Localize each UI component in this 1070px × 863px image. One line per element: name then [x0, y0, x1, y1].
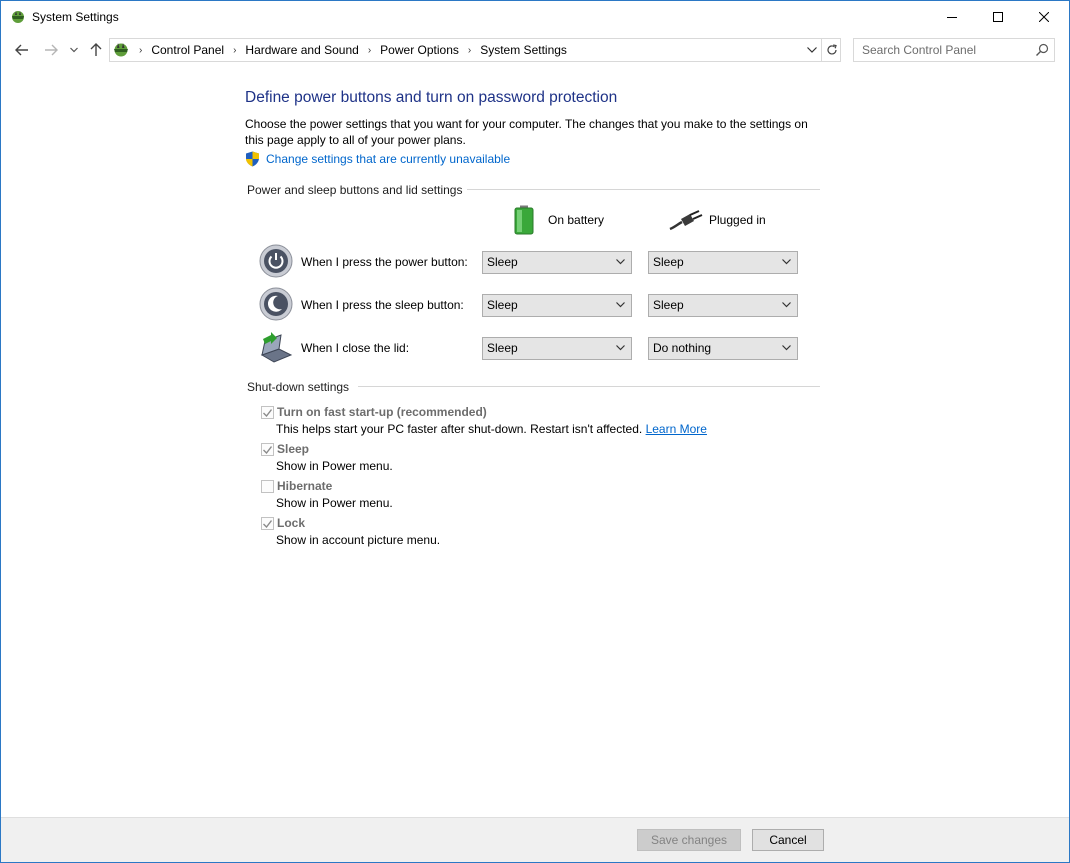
hibernate-label: Hibernate [277, 479, 333, 493]
plugged-in-header: Plugged in [669, 209, 766, 231]
address-dropdown-button[interactable] [804, 42, 820, 58]
search-box [853, 38, 1055, 62]
power-section-title: Power and sleep buttons and lid settings [247, 183, 463, 197]
cancel-button[interactable]: Cancel [752, 829, 824, 851]
breadcrumb-separator-icon: › [467, 44, 472, 56]
title-bar: System Settings [1, 1, 1069, 33]
close-button[interactable] [1021, 1, 1067, 33]
close-lid-battery-value: Sleep [487, 341, 518, 355]
navigation-bar: › Control Panel › Hardware and Sound › P… [1, 37, 1069, 63]
sleep-button-plugged-select[interactable]: Sleep [648, 294, 798, 317]
learn-more-link[interactable]: Learn More [646, 422, 707, 436]
chevron-down-icon [616, 302, 625, 308]
check-icon [263, 408, 272, 417]
refresh-button[interactable] [821, 39, 841, 61]
chevron-down-icon [782, 302, 791, 308]
on-battery-header: On battery [513, 205, 604, 235]
up-button[interactable] [87, 41, 105, 59]
system-settings-window: System Settings › Control Panel › Hardwa… [0, 0, 1070, 863]
search-icon[interactable] [1035, 43, 1049, 57]
fast-startup-description-text: This helps start your PC faster after sh… [276, 422, 643, 436]
sleep-button-plugged-value: Sleep [653, 298, 684, 312]
change-settings-label: Change settings that are currently unava… [266, 152, 511, 166]
section-divider [358, 386, 820, 387]
on-battery-label: On battery [548, 213, 605, 227]
breadcrumb: › Control Panel › Hardware and Sound › P… [112, 39, 567, 61]
main-content: Define power buttons and turn on passwor… [1, 67, 1069, 817]
breadcrumb-power-options[interactable]: Power Options [380, 43, 459, 57]
power-button-plugged-select[interactable]: Sleep [648, 251, 798, 274]
power-options-icon [12, 11, 24, 23]
breadcrumb-separator-icon: › [233, 44, 237, 56]
uac-shield-icon [246, 151, 259, 167]
arrow-right-icon [45, 44, 58, 56]
power-plug-icon [669, 210, 703, 231]
sleep-button-battery-value: Sleep [487, 298, 518, 312]
breadcrumb-hardware-and-sound[interactable]: Hardware and Sound [245, 43, 358, 57]
chevron-down-icon [616, 345, 625, 351]
shutdown-section-title: Shut-down settings [247, 380, 350, 394]
chevron-down-icon [616, 259, 625, 265]
battery-icon [514, 205, 534, 235]
maximize-button[interactable] [975, 1, 1021, 33]
page-description: Choose the power settings that you want … [245, 117, 808, 147]
footer-bar: Save changes Cancel [1, 817, 1069, 862]
power-button-label: When I press the power button: [301, 255, 468, 269]
recent-locations-button[interactable] [67, 41, 81, 59]
chevron-down-icon [782, 259, 791, 265]
hibernate-description: Show in Power menu. [276, 496, 393, 510]
maximize-icon [993, 12, 1003, 22]
page-title: Define power buttons and turn on passwor… [245, 89, 618, 106]
close-icon [1039, 12, 1049, 22]
breadcrumb-control-panel[interactable]: Control Panel [151, 43, 224, 57]
close-lid-battery-select[interactable]: Sleep [482, 337, 632, 360]
change-settings-link[interactable]: Change settings that are currently unava… [245, 151, 510, 167]
section-divider [467, 189, 820, 190]
window-title: System Settings [32, 10, 119, 24]
lock-checkbox[interactable] [261, 517, 274, 530]
sleep-label: Sleep [277, 442, 310, 456]
chevron-down-icon [807, 47, 817, 53]
fast-startup-checkbox[interactable] [261, 406, 274, 419]
chevron-down-icon [70, 47, 78, 53]
save-changes-button[interactable]: Save changes [637, 829, 741, 851]
minimize-icon [947, 17, 957, 18]
fast-startup-label: Turn on fast start-up (recommended) [277, 405, 487, 419]
back-button[interactable] [13, 41, 31, 59]
sleep-button-label: When I press the sleep button: [301, 298, 464, 312]
check-icon [263, 519, 272, 528]
minimize-button[interactable] [929, 1, 975, 33]
power-button-battery-select[interactable]: Sleep [482, 251, 632, 274]
breadcrumb-separator-icon: › [367, 44, 372, 56]
power-button-battery-value: Sleep [487, 255, 518, 269]
close-lid-label: When I close the lid: [301, 341, 410, 355]
sleep-button-icon [259, 287, 293, 321]
close-lid-plugged-value: Do nothing [653, 341, 712, 355]
power-button-icon [259, 244, 293, 278]
power-button-plugged-value: Sleep [653, 255, 684, 269]
breadcrumb-system-settings[interactable]: System Settings [480, 43, 567, 57]
lock-label: Lock [277, 516, 306, 530]
plugged-in-label: Plugged in [709, 213, 766, 227]
control-panel-icon [114, 43, 128, 57]
check-icon [263, 445, 272, 454]
lock-description: Show in account picture menu. [276, 533, 441, 547]
sleep-description: Show in Power menu. [276, 459, 393, 473]
sleep-checkbox[interactable] [261, 443, 274, 456]
arrow-up-icon [90, 43, 102, 56]
hibernate-checkbox[interactable] [261, 480, 274, 493]
arrow-left-icon [15, 44, 28, 56]
forward-button[interactable] [42, 41, 60, 59]
laptop-lid-icon [260, 332, 293, 363]
sleep-button-battery-select[interactable]: Sleep [482, 294, 632, 317]
search-input[interactable] [854, 39, 1030, 61]
address-bar[interactable]: › Control Panel › Hardware and Sound › P… [109, 38, 841, 62]
chevron-down-icon [782, 345, 791, 351]
breadcrumb-separator-icon: › [139, 44, 143, 56]
refresh-icon [826, 44, 837, 55]
fast-startup-description: This helps start your PC faster after sh… [276, 422, 707, 436]
close-lid-plugged-select[interactable]: Do nothing [648, 337, 798, 360]
